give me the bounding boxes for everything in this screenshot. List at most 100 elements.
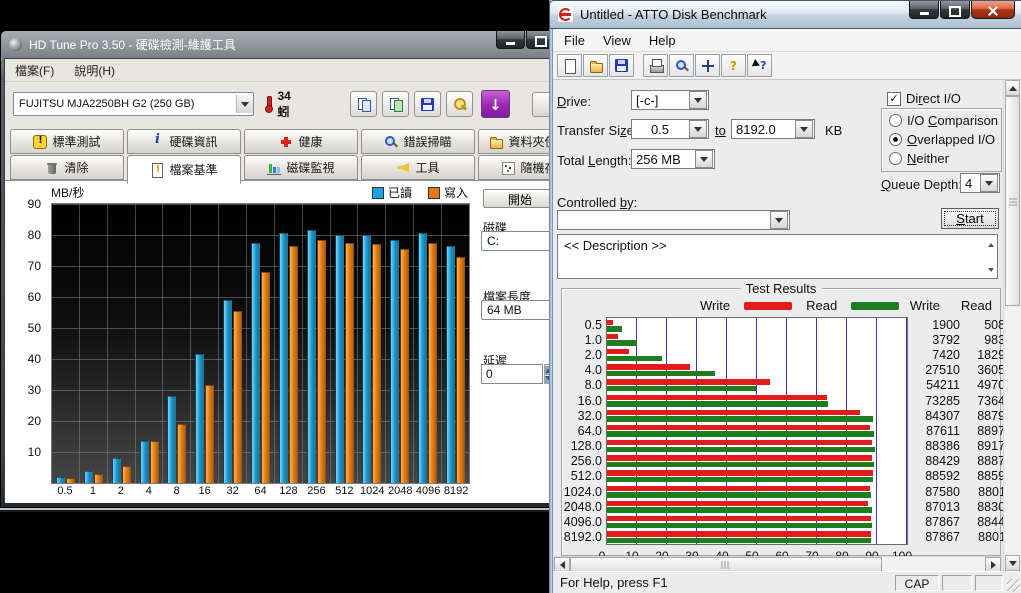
scroll-up-icon[interactable] [988, 240, 994, 247]
radio-option-2[interactable]: Neither [889, 150, 1001, 166]
save-floppy-button[interactable] [609, 54, 634, 77]
scroll-left-icon[interactable] [554, 557, 570, 572]
direct-io-label: Direct I/O [906, 91, 961, 106]
radio-option-0[interactable]: I/O Comparison [889, 112, 1001, 128]
open-folder-button[interactable] [583, 54, 608, 77]
radio-label: Overlapped I/O [907, 132, 995, 147]
write-value: 73285 [908, 394, 960, 408]
tab-檔案基準[interactable]: 檔案基準 [127, 155, 241, 184]
vertical-scrollbar-thumb[interactable] [1005, 96, 1020, 306]
read-bar-4 [140, 441, 149, 483]
result-row-bars [606, 514, 908, 529]
transfer-to-dropdown[interactable]: 8192.0 [731, 119, 815, 139]
save-floppy-button[interactable] [414, 91, 441, 117]
horizontal-scrollbar-thumb[interactable] [570, 557, 882, 572]
chevron-down-icon[interactable] [695, 150, 713, 168]
atto-maximize-button[interactable] [940, 1, 970, 19]
drive-dropdown[interactable]: [-c-] [631, 90, 709, 110]
write-value: 87580 [908, 485, 960, 499]
hdtune-menu-item-0[interactable]: 檔案(F) [15, 62, 54, 79]
write-value: 84307 [908, 409, 960, 423]
result-row-0.5: 0.519005081 [562, 317, 1000, 332]
tab-標準測試[interactable]: 標準測試 [10, 129, 124, 154]
result-row-bars [606, 347, 908, 362]
caps-lock-indicator: CAP [895, 575, 939, 591]
hdtune-titlebar[interactable]: HD Tune Pro 3.50 - 硬碟檢測-維護工具 [1, 31, 601, 58]
scroll-down-icon[interactable] [1005, 555, 1020, 571]
move-cross-button[interactable] [695, 54, 720, 77]
transfer-from-dropdown[interactable]: 0.5 [631, 119, 709, 139]
atto-menu-help[interactable]: Help [640, 33, 685, 48]
description-box[interactable]: << Description >> [557, 234, 998, 279]
help-button[interactable] [721, 54, 746, 77]
resize-grip[interactable] [1007, 579, 1020, 592]
chevron-down-icon[interactable] [689, 120, 707, 138]
preview-button[interactable] [669, 54, 694, 77]
tab-硬碟資訊[interactable]: 硬碟資訊 [127, 129, 241, 154]
status-pane [975, 575, 1003, 591]
scroll-down-icon[interactable] [988, 268, 994, 275]
hdtune-tab-strip: 標準測試硬碟資訊健康錯誤掃瞄資料夾使用率 清除檔案基準磁碟監視工具隨機存取 [5, 126, 597, 180]
download-button[interactable]: ↓ [481, 90, 510, 118]
atto-minimize-button[interactable] [909, 1, 939, 19]
chart-category-2 [108, 204, 136, 483]
start-button[interactable]: Start [941, 208, 999, 229]
copy-image-button[interactable] [382, 91, 409, 117]
x-tick-label: 1 [79, 485, 107, 497]
write-bar-64 [261, 272, 270, 483]
chevron-down-icon[interactable] [236, 95, 253, 113]
chart-category-8 [163, 204, 191, 483]
result-row-label: 32.0 [562, 409, 606, 423]
direct-io-checkbox[interactable]: ✓ Direct I/O [887, 91, 961, 106]
atto-titlebar[interactable]: Untitled - ATTO Disk Benchmark [549, 0, 1021, 29]
maximize-icon [535, 36, 547, 47]
y-tick-label: 90 [28, 197, 41, 211]
hdtune-start-button[interactable]: 開始 [483, 189, 557, 208]
print-button[interactable] [643, 54, 668, 77]
tab-健康[interactable]: 健康 [244, 129, 358, 154]
tab-工具[interactable]: 工具 [361, 155, 475, 180]
write-bar-256.0 [607, 455, 872, 460]
write-bar-4.0 [607, 364, 690, 369]
settings-button[interactable] [446, 91, 473, 117]
chart-category-16 [191, 204, 219, 483]
tab-清除[interactable]: 清除 [10, 155, 124, 180]
chart-x-axis: 0.512481632641282565121024204840968192 [51, 485, 470, 497]
hdtune-minimize-button[interactable] [496, 31, 525, 49]
queue-depth-dropdown[interactable]: 4 [960, 173, 1000, 193]
result-row-label: 128.0 [562, 439, 606, 453]
atto-menu-file[interactable]: File [555, 33, 594, 48]
file-length-value: 64 MB [487, 303, 522, 317]
scroll-up-icon[interactable] [1005, 80, 1020, 96]
chevron-down-icon[interactable] [689, 91, 707, 109]
temperature-value: 34蚓 [278, 89, 303, 120]
description-text: << Description >> [564, 238, 667, 253]
atto-close-button[interactable] [971, 1, 1015, 19]
chevron-down-icon[interactable] [980, 174, 998, 192]
chevron-down-icon[interactable] [770, 211, 788, 229]
legend-label: 寫入 [444, 184, 468, 201]
drive-select[interactable]: FUJITSU MJA2250BH G2 (250 GB) [13, 92, 254, 116]
x-tick-label: 8192 [442, 485, 470, 497]
context-help-icon [753, 59, 767, 73]
new-doc-button[interactable] [557, 54, 582, 77]
result-row-bars [606, 530, 908, 545]
tab-錯誤掃瞄[interactable]: 錯誤掃瞄 [361, 129, 475, 154]
result-row-256.0: 256.08842988874 [562, 454, 1000, 469]
vertical-scrollbar[interactable] [1003, 80, 1021, 571]
radio-label: Neither [907, 151, 949, 166]
atto-menu-view[interactable]: View [594, 33, 640, 48]
tab-磁碟監視[interactable]: 磁碟監視 [244, 155, 358, 180]
context-help-button[interactable] [747, 54, 772, 77]
total-length-dropdown[interactable]: 256 MB [631, 149, 715, 169]
delay-input[interactable]: 0 [481, 364, 543, 384]
radio-option-1[interactable]: Overlapped I/O [889, 131, 1001, 147]
hdtune-menu-item-1[interactable]: 說明(H) [74, 62, 115, 79]
controlled-by-dropdown[interactable] [557, 210, 790, 230]
copy-text-button[interactable] [350, 91, 377, 117]
tab-label: 清除 [64, 159, 88, 176]
result-row-8192.0: 8192.08786788011 [562, 530, 1000, 545]
scroll-right-icon[interactable] [985, 557, 1001, 572]
read-bar-4096.0 [607, 523, 872, 528]
chevron-down-icon[interactable] [795, 120, 813, 138]
